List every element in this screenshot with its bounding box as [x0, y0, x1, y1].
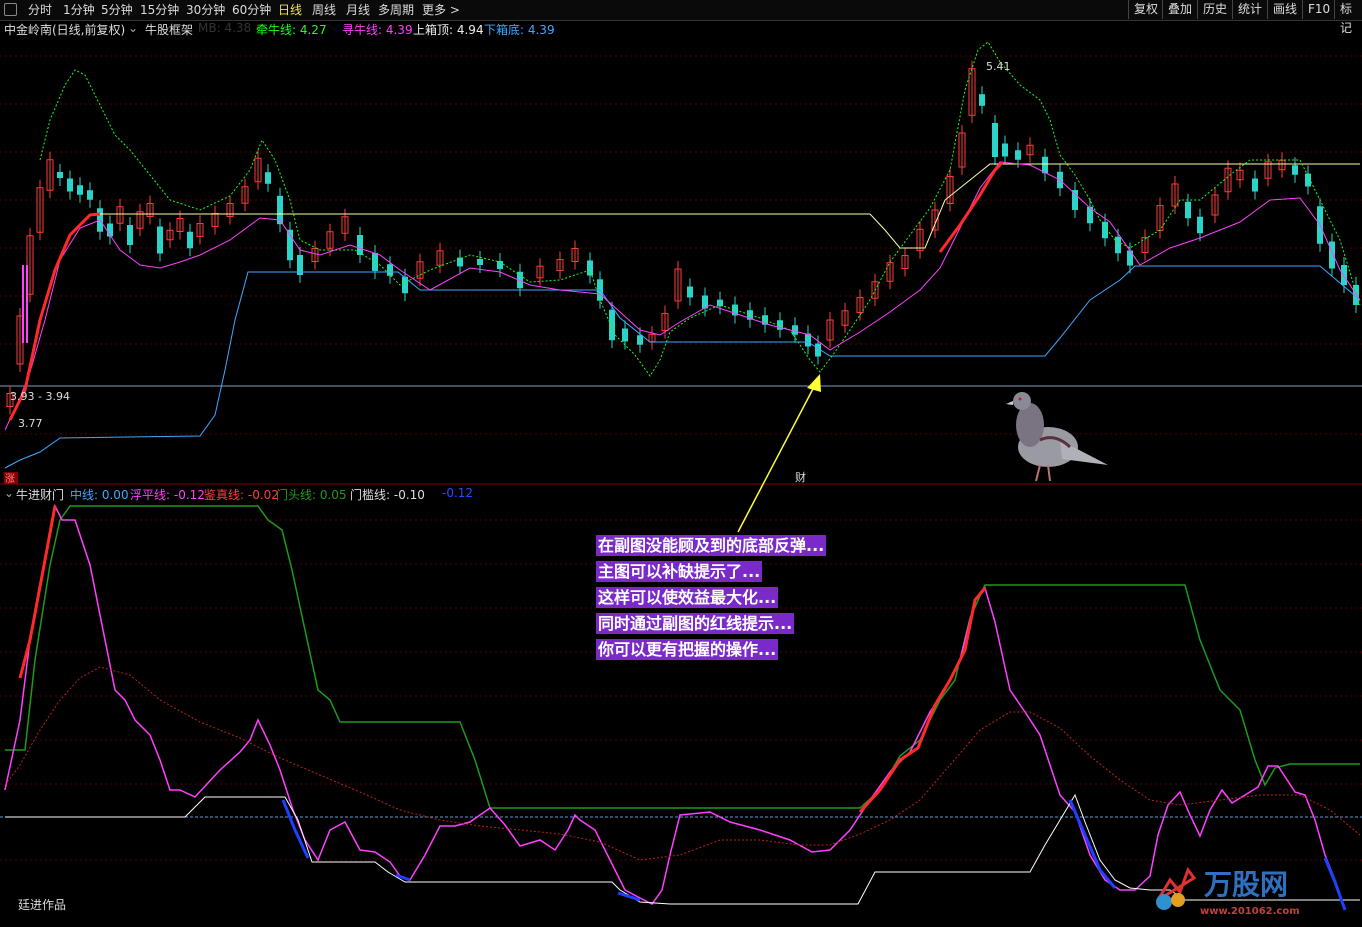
callout-line-2: 主图可以补缺提示了...	[596, 561, 763, 582]
candle-body	[637, 335, 643, 345]
candle-body	[792, 325, 798, 335]
sub-indicator-name[interactable]: 牛进财门	[16, 486, 64, 503]
annotation-callout: 在副图没能顾及到的底部反弹... 主图可以补缺提示了... 这样可以使效益最大化…	[596, 533, 896, 663]
callout-line-1: 在副图没能顾及到的底部反弹...	[596, 535, 827, 556]
candle-body	[77, 185, 83, 195]
candle-body	[1197, 216, 1203, 234]
candle-body	[357, 235, 363, 255]
qianniu-line	[39, 41, 1361, 377]
candle-body	[979, 94, 985, 106]
candle-body	[1292, 165, 1298, 175]
candle-body	[1329, 241, 1335, 269]
red-rise-line-1	[18, 505, 57, 679]
zhang-label: 涨	[5, 473, 15, 485]
candle-body	[1115, 236, 1121, 254]
candle-body	[609, 309, 615, 341]
author-credit: 廷进作品	[18, 898, 67, 912]
candle-body	[1127, 250, 1133, 266]
candle-body	[1341, 265, 1347, 285]
arrow-head-icon	[807, 374, 821, 392]
brand-url: www.201062.com	[1200, 906, 1300, 917]
pigeon-image	[1006, 392, 1108, 482]
annotation-arrow	[737, 384, 816, 533]
candle-body	[1185, 201, 1191, 219]
mentouxian-value: 门头线: 0.05	[276, 488, 347, 502]
grid-lines	[0, 55, 1362, 861]
callout-line-5: 你可以更有把握的操作...	[596, 639, 779, 660]
candle-body	[622, 328, 628, 342]
candle-body	[127, 225, 133, 245]
pink-bar-2	[26, 265, 28, 343]
candle-body	[372, 253, 378, 271]
candle-body	[265, 172, 271, 184]
candle-body	[57, 172, 63, 178]
chevron-down-icon[interactable]: ⌄	[4, 486, 14, 500]
extra-value: -0.12	[442, 486, 474, 500]
jianzhenxian-value: 鉴真线: -0.02	[204, 488, 279, 502]
cai-label: 财	[795, 470, 806, 484]
pink-bar-1	[22, 265, 24, 343]
low-price-label: 3.77	[18, 417, 43, 430]
candle-body	[67, 178, 73, 192]
blue-fall-line-1	[281, 799, 310, 859]
candle-body	[1042, 156, 1048, 174]
candle-body	[157, 226, 163, 254]
candle-body	[687, 286, 693, 298]
candle-body	[587, 260, 593, 276]
watermark-logo: 万股网 www.201062.com	[1150, 860, 1350, 920]
range-label: 3.93 - 3.94	[10, 390, 70, 403]
fupingxian-value: 浮平线: -0.12	[130, 488, 205, 502]
red-bull-line-2	[938, 160, 1005, 253]
candle-body	[477, 259, 483, 265]
brand-text: 万股网	[1204, 868, 1288, 901]
menkanxian-value: 门槛线: -0.10	[350, 488, 425, 502]
callout-line-3: 这样可以使效益最大化...	[596, 587, 779, 608]
chart-canvas: 5.41 3.93 - 3.94 3.77 涨 财	[0, 41, 1362, 911]
candle-body	[1015, 150, 1021, 160]
shangxiang-line	[95, 163, 1360, 249]
candle-body	[1072, 190, 1078, 210]
blue-fall-line-4	[1068, 799, 1117, 889]
candle-body	[1002, 143, 1008, 157]
candle-body	[1252, 178, 1258, 192]
candle-body	[87, 190, 93, 200]
candlesticks	[6, 60, 1359, 415]
candle-body	[187, 231, 193, 249]
candle-body	[992, 123, 998, 157]
high-price-label: 5.41	[986, 60, 1011, 73]
callout-line-4: 同时通过副图的红线提示...	[596, 613, 795, 634]
zhongxian-value: 中线: 0.00	[70, 488, 129, 502]
candle-body	[387, 264, 393, 276]
candle-body	[457, 257, 463, 267]
